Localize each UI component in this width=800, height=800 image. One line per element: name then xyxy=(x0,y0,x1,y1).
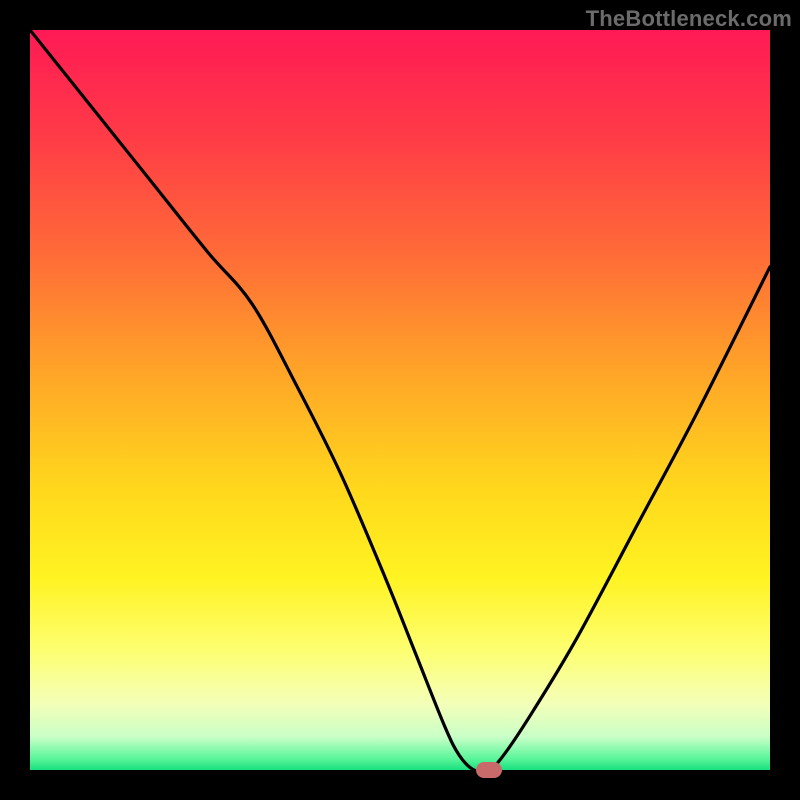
optimal-marker xyxy=(476,762,502,778)
plot-area xyxy=(30,30,770,770)
bottleneck-chart: TheBottleneck.com xyxy=(0,0,800,800)
bottleneck-curve xyxy=(30,30,770,770)
watermark-text: TheBottleneck.com xyxy=(586,6,792,32)
